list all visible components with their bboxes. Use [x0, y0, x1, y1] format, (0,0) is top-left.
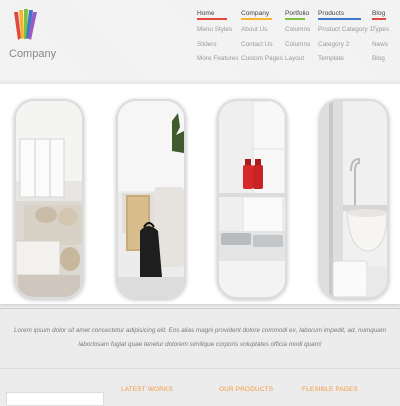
- nav-home[interactable]: Home Menu Styles Sliders More Features: [197, 10, 239, 67]
- company-logo-icon[interactable]: [12, 8, 38, 44]
- nav-company-label[interactable]: Company: [241, 10, 272, 18]
- gallery-card-kitchen[interactable]: [217, 99, 287, 299]
- nav-products-item[interactable]: Category 2: [318, 38, 361, 53]
- nav-portfolio-underline: [285, 18, 305, 20]
- nav-portfolio[interactable]: Portfolio Columns Columns Layout: [285, 10, 310, 67]
- bathroom-photo: [321, 101, 387, 297]
- nav-company-item[interactable]: About Us: [241, 23, 272, 38]
- nav-blog[interactable]: Blog Types News Blog: [372, 10, 389, 67]
- nav-home-label[interactable]: Home: [197, 10, 227, 18]
- gallery-card-bathroom[interactable]: [319, 99, 389, 299]
- gallery-card-living-room[interactable]: [14, 99, 84, 299]
- nav-blog-item[interactable]: News: [372, 38, 388, 53]
- site-header: Company Home Menu Styles Sliders More Fe…: [0, 0, 400, 80]
- nav-products-item[interactable]: Template: [318, 52, 361, 67]
- brand-name[interactable]: Company: [9, 48, 56, 60]
- gallery-card-bedroom[interactable]: [116, 99, 186, 299]
- nav-products-item[interactable]: Product Category 1: [318, 23, 373, 38]
- nav-blog-label[interactable]: Blog: [372, 10, 386, 18]
- nav-portfolio-item[interactable]: Layout: [285, 52, 305, 67]
- nav-blog-item[interactable]: Blog: [372, 52, 386, 67]
- footer-divider: [0, 368, 400, 369]
- nav-portfolio-label[interactable]: Portfolio: [285, 10, 309, 18]
- nav-company[interactable]: Company About Us Contact Us Custom Pages: [241, 10, 283, 67]
- nav-blog-underline: [372, 18, 386, 20]
- living-room-photo: [16, 101, 82, 297]
- footer-heading-flexible-pages: FLEXIBLE PAGES: [302, 386, 358, 393]
- gallery-band: [0, 84, 400, 304]
- nav-products[interactable]: Products Product Category 1 Category 2 T…: [318, 10, 373, 67]
- nav-portfolio-item[interactable]: Columns: [285, 38, 310, 53]
- bedroom-photo: [118, 101, 184, 297]
- nav-products-label[interactable]: Products: [318, 10, 361, 18]
- nav-company-item[interactable]: Custom Pages: [241, 52, 283, 67]
- nav-home-item[interactable]: More Features: [197, 52, 239, 67]
- nav-products-underline: [318, 18, 361, 20]
- nav-home-item[interactable]: Menu Styles: [197, 23, 232, 38]
- nav-home-underline: [197, 18, 227, 20]
- section-divider: [0, 308, 400, 309]
- nav-blog-item[interactable]: Types: [372, 23, 389, 38]
- nav-portfolio-item[interactable]: Columns: [285, 23, 310, 38]
- footer-search-box[interactable]: [6, 392, 104, 406]
- intro-text: Lorem ipsum dolor sit amet consectetur a…: [13, 327, 387, 348]
- kitchen-photo: [219, 101, 285, 297]
- nav-company-item[interactable]: Contact Us: [241, 38, 273, 53]
- nav-home-item[interactable]: Sliders: [197, 38, 227, 53]
- nav-company-underline: [241, 18, 272, 20]
- footer-heading-latest-works: LATEST WORKS: [121, 386, 173, 393]
- footer-heading-our-products: OUR PRODUCTS: [219, 386, 274, 393]
